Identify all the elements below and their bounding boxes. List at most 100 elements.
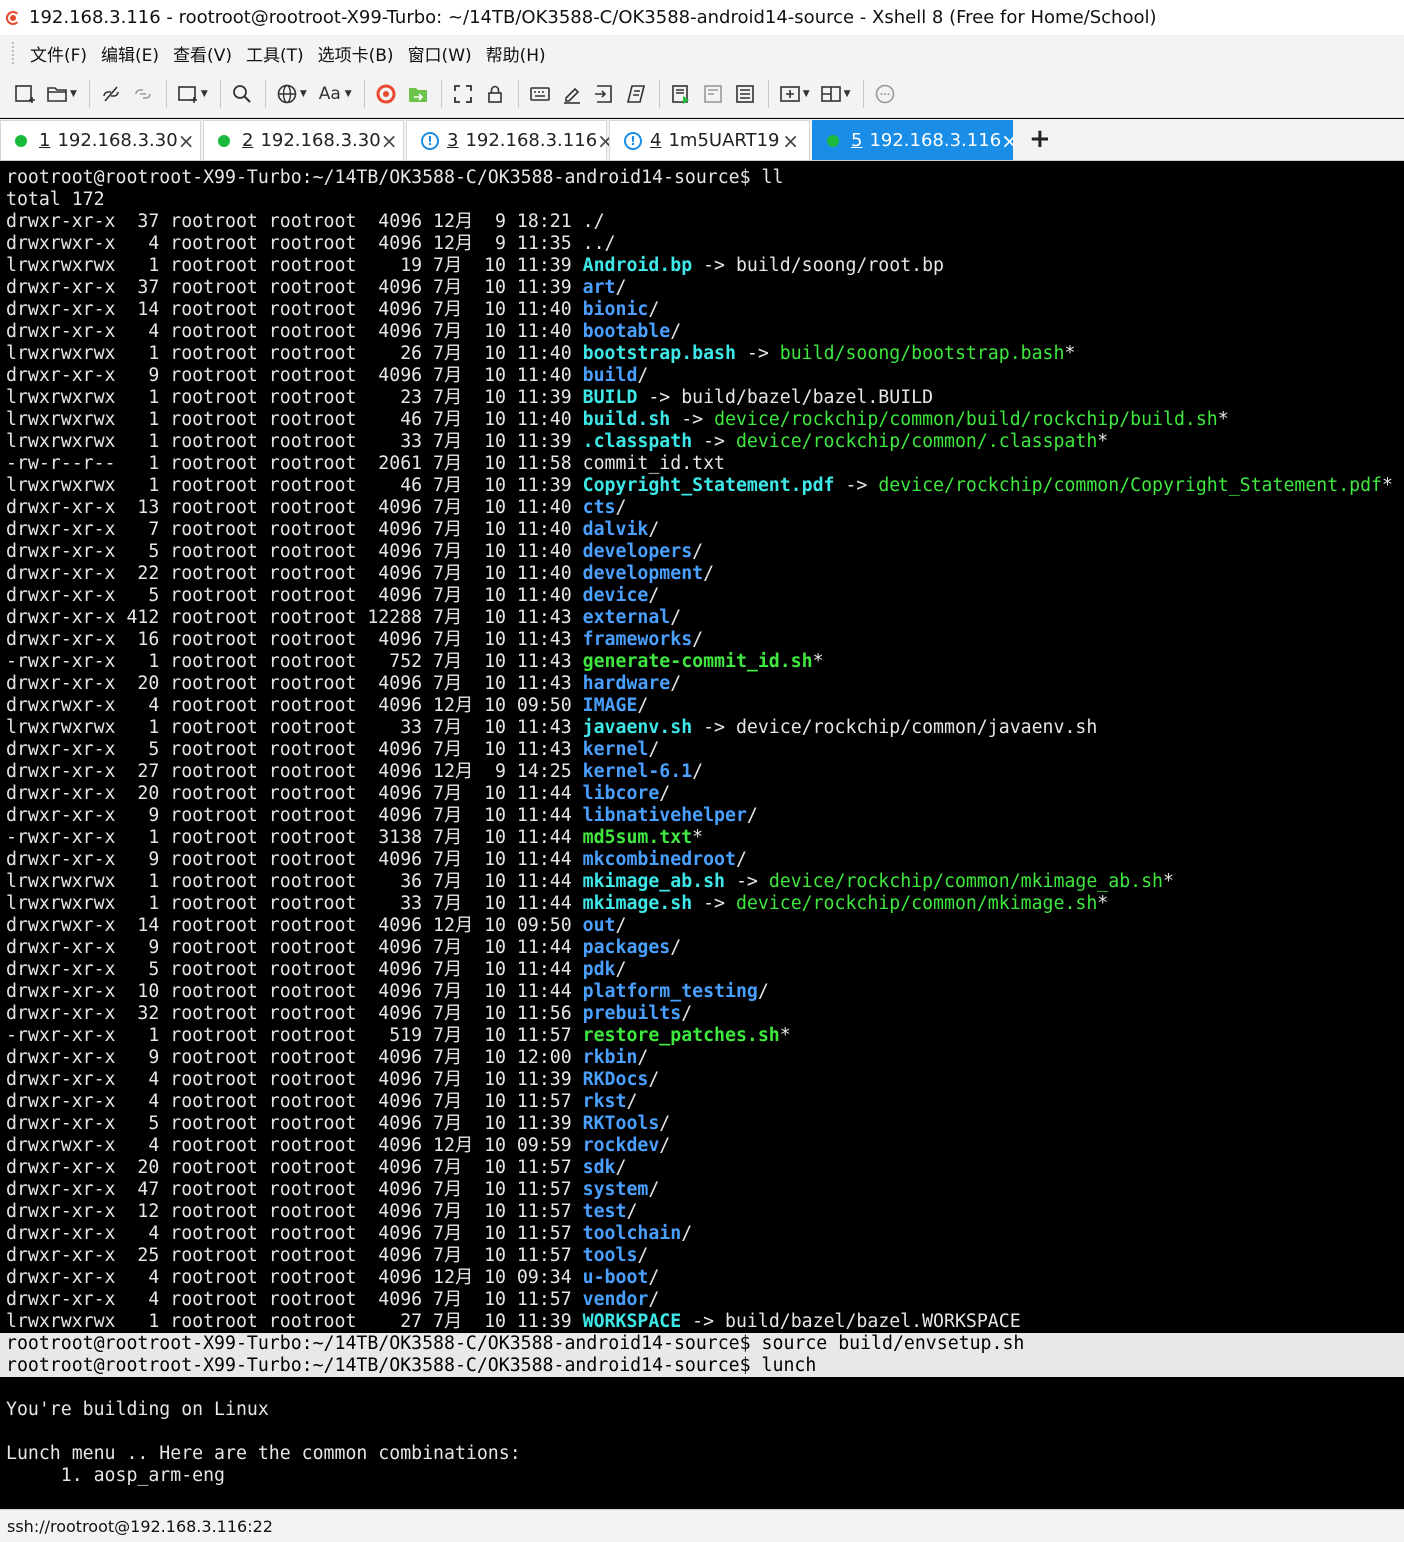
xshell-logo-icon[interactable]	[371, 79, 401, 109]
file-name: device	[582, 585, 649, 606]
menu-window[interactable]: 窗口(W)	[401, 41, 479, 66]
xshell-app-icon	[6, 10, 22, 26]
new-tab-button[interactable]: +	[1029, 120, 1051, 160]
listing-row: drwxr-xr-x 37 rootroot rootroot 4096 7月 …	[6, 277, 1404, 299]
terminal-output[interactable]: rootroot@rootroot-X99-Turbo:~/14TB/OK358…	[0, 167, 1404, 1509]
file-name: mkimage_ab.sh	[582, 871, 725, 892]
listing-row: lrwxrwxrwx 1 rootroot rootroot 23 7月 10 …	[6, 387, 1404, 409]
reconnect-icon[interactable]	[128, 79, 158, 109]
compose-bar-icon[interactable]	[698, 79, 728, 109]
toolbar-separator	[264, 80, 266, 108]
status-bar: ssh://rootroot@192.168.3.116:22	[0, 1509, 1404, 1542]
file-meta: drwxr-xr-x 5 rootroot rootroot 4096 7月 1…	[6, 739, 572, 760]
dir-suffix: /	[670, 937, 682, 958]
tab-close-icon[interactable]: ×	[178, 129, 195, 153]
listing-row: lrwxrwxrwx 1 rootroot rootroot 26 7月 10 …	[6, 343, 1404, 365]
file-name: platform_testing	[582, 981, 758, 1002]
tab-close-icon[interactable]: ×	[381, 129, 398, 153]
file-name: WORKSPACE	[582, 1311, 682, 1332]
find-icon[interactable]	[227, 79, 257, 109]
tab-close-icon[interactable]: ×	[782, 129, 799, 153]
highlight-icon[interactable]	[557, 79, 587, 109]
file-meta: drwxr-xr-x 13 rootroot rootroot 4096 7月 …	[6, 497, 572, 518]
exec-suffix: *	[692, 827, 704, 848]
file-name: md5sum.txt	[582, 827, 693, 848]
terminal-line-selected: rootroot@rootroot-X99-Turbo:~/14TB/OK358…	[0, 1355, 1404, 1377]
link-arrow: ->	[735, 871, 758, 892]
menu-view[interactable]: 查看(V)	[166, 41, 239, 66]
terminal-line: total 172	[6, 189, 105, 210]
chat-icon[interactable]	[870, 79, 900, 109]
compose-pane-icon[interactable]	[730, 79, 760, 109]
file-meta: drwxr-xr-x 9 rootroot rootroot 4096 7月 1…	[6, 805, 572, 826]
link-arrow: ->	[703, 893, 725, 914]
xftp-icon[interactable]	[403, 79, 433, 109]
listing-row: drwxrwxr-x 4 rootroot rootroot 4096 12月 …	[6, 695, 1404, 717]
listing-row: lrwxrwxrwx 1 rootroot rootroot 19 7月 10 …	[6, 255, 1404, 277]
compose-icon[interactable]	[666, 79, 696, 109]
session-tab[interactable]: 2 192.168.3.30 ×	[203, 120, 404, 160]
link-target: build/bazel/bazel.WORKSPACE	[725, 1311, 1021, 1332]
fullscreen-icon[interactable]	[448, 79, 478, 109]
session-tab[interactable]: ! 3 192.168.3.116 ×	[406, 120, 614, 160]
disconnect-icon[interactable]	[96, 79, 126, 109]
new-window-dropdown-icon[interactable]: ▼	[201, 89, 208, 99]
dir-suffix: /	[648, 519, 660, 540]
script-icon[interactable]	[621, 79, 651, 109]
file-name: toolchain	[582, 1223, 682, 1244]
layout-icon[interactable]	[816, 79, 846, 109]
listing-row: drwxr-xr-x 4 rootroot rootroot 4096 7月 1…	[6, 1223, 1404, 1245]
new-session-icon[interactable]	[10, 79, 40, 109]
layout-dropdown-icon[interactable]: ▼	[844, 89, 851, 99]
menu-edit[interactable]: 编辑(E)	[94, 41, 166, 66]
new-window-icon[interactable]	[173, 79, 203, 109]
menu-tab[interactable]: 选项卡(B)	[311, 41, 401, 66]
listing-row: drwxr-xr-x 4 rootroot rootroot 4096 7月 1…	[6, 1069, 1404, 1091]
file-name: bootstrap.bash	[582, 343, 736, 364]
session-tab[interactable]: ! 4 1m5UART19 ×	[609, 120, 810, 160]
add-tab-dropdown-icon[interactable]: ▼	[803, 89, 810, 99]
dir-suffix: /	[648, 585, 660, 606]
menu-help[interactable]: 帮助(H)	[479, 41, 553, 66]
dir-suffix: /	[648, 1179, 660, 1200]
globe-icon[interactable]	[272, 79, 302, 109]
lock-icon[interactable]	[480, 79, 510, 109]
dir-suffix: /	[648, 299, 660, 320]
file-name: commit_id.txt	[582, 453, 725, 474]
dir-suffix: /	[659, 783, 671, 804]
menu-file[interactable]: 文件(F)	[23, 41, 94, 66]
listing-row: drwxr-xr-x 9 rootroot rootroot 4096 7月 1…	[6, 365, 1404, 387]
transfer-icon[interactable]	[589, 79, 619, 109]
listing-row: drwxrwxr-x 4 rootroot rootroot 4096 12月 …	[6, 233, 1404, 255]
warning-status-icon: !	[624, 131, 642, 150]
file-name: Copyright_Statement.pdf	[582, 475, 835, 496]
open-dropdown-icon[interactable]: ▼	[70, 89, 77, 99]
add-tab-icon[interactable]	[775, 79, 805, 109]
dir-suffix: /	[626, 1091, 638, 1112]
file-name: build.sh	[582, 409, 671, 430]
open-folder-icon[interactable]	[42, 79, 72, 109]
keyboard-icon[interactable]	[525, 79, 555, 109]
menu-tools[interactable]: 工具(T)	[239, 41, 311, 66]
session-tab-active[interactable]: 5 192.168.3.116 ×	[812, 120, 1018, 160]
font-icon[interactable]: Aa	[313, 79, 347, 109]
terminal-line: 1. aosp_arm-eng	[6, 1465, 225, 1486]
file-name: build	[582, 365, 638, 386]
prompt: rootroot@rootroot-X99-Turbo:~/14TB/OK358…	[6, 1355, 751, 1376]
listing-row: drwxr-xr-x 16 rootroot rootroot 4096 7月 …	[6, 629, 1404, 651]
session-tab[interactable]: 1 192.168.3.30 ×	[0, 120, 201, 160]
globe-dropdown-icon[interactable]: ▼	[300, 89, 307, 99]
file-meta: drwxrwxr-x 4 rootroot rootroot 4096 12月 …	[6, 695, 572, 716]
file-meta: -rwxr-xr-x 1 rootroot rootroot 752 7月 10…	[6, 651, 572, 672]
file-name: tools	[582, 1245, 638, 1266]
file-meta: drwxr-xr-x 5 rootroot rootroot 4096 7月 1…	[6, 959, 572, 980]
tab-close-icon[interactable]: ×	[1001, 129, 1018, 153]
font-dropdown-icon[interactable]: ▼	[345, 89, 352, 99]
file-meta: drwxr-xr-x 20 rootroot rootroot 4096 7月 …	[6, 783, 572, 804]
file-name: hardware	[582, 673, 671, 694]
connection-info: ssh://rootroot@192.168.3.116:22	[7, 1516, 273, 1536]
file-meta: drwxr-xr-x 7 rootroot rootroot 4096 7月 1…	[6, 519, 572, 540]
tab-host: 192.168.3.30	[260, 130, 381, 151]
